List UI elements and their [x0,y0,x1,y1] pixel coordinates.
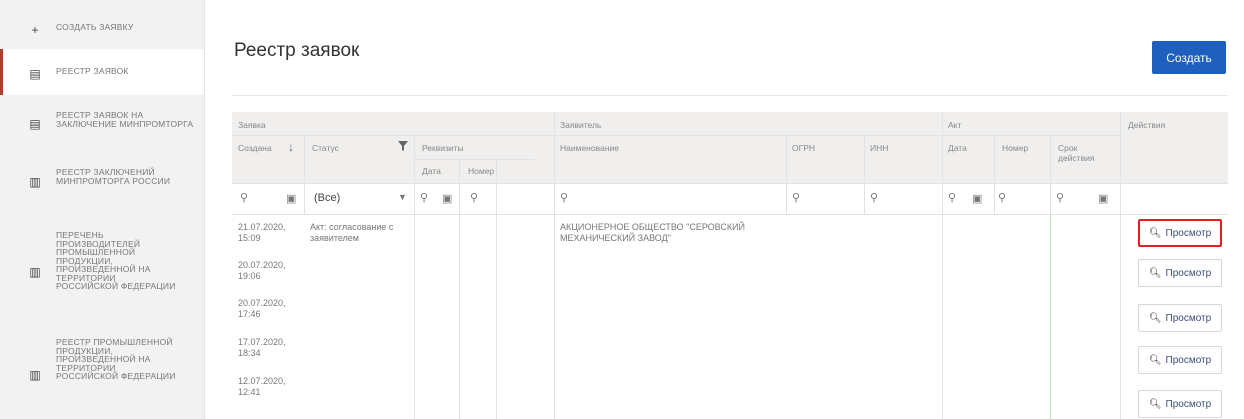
sidebar-item-label: РЕЕСТР ЗАКЛЮЧЕНИЙ МИНПРОМТОРГА РОССИИ [56,167,171,186]
group-header-applicant: Заявитель [560,120,602,130]
sidebar-item-products-registry[interactable]: ▥ РЕЕСТР ПРОМЫШЛЕННОЙ ПРОДУКЦИИ, ПРОИЗВЕ… [0,338,204,419]
cell-name: АКЦИОНЕРНОЕ ОБЩЕСТВО "СЕРОВСКИЙ МЕХАНИЧЕ… [560,222,746,243]
sidebar-item-label: РЕЕСТР ЗАЯВОК НА ЗАКЛЮЧЕНИЕ МИНПРОМТОРГА [56,110,194,129]
column-header-req-date[interactable]: Дата [422,166,441,176]
sidebar-item-conclusions-registry[interactable]: ▥ РЕЕСТР ЗАКЛЮЧЕНИЙ МИНПРОМТОРГА РОССИИ [0,166,204,216]
requests-table: Заявка Заявитель Акт Действия Создана ↓ … [232,112,1228,419]
sidebar-item-label: ПЕРЕЧЕНЬ ПРОИЗВОДИТЕЛЕЙ ПРОМЫШЛЕННОЙ ПРО… [56,230,176,291]
calendar-icon[interactable]: ▣ [442,192,452,205]
cell-status: Акт: согласование с заявителем [310,222,394,243]
cell-created: 20.07.2020, 19:06 [238,260,286,281]
search-icon: 🔍︎ [1148,267,1162,279]
divider [994,135,995,215]
sidebar-item-requests-conclusion[interactable]: ▤ РЕЕСТР ЗАЯВОК НА ЗАКЛЮЧЕНИЕ МИНПРОМТОР… [0,108,204,158]
column-header-act-date[interactable]: Дата [948,143,967,153]
sidebar-item-manufacturers-list[interactable]: ▥ ПЕРЕЧЕНЬ ПРОИЗВОДИТЕЛЕЙ ПРОМЫШЛЕННОЙ П… [0,231,204,331]
view-button[interactable]: 🔍︎ Просмотр [1138,390,1222,418]
search-icon[interactable]: ⚲ [998,191,1006,204]
divider [414,159,534,160]
view-button[interactable]: 🔍︎ Просмотр [1138,346,1222,374]
cell-created: 17.07.2020, 18:34 [238,337,286,358]
calendar-icon[interactable]: ▣ [286,192,296,205]
search-icon[interactable]: ⚲ [420,191,428,204]
view-button[interactable]: 🔍︎ Просмотр [1138,219,1222,247]
group-header-request: Заявка [238,120,266,130]
column-header-act-number[interactable]: Номер [1002,143,1028,153]
search-icon[interactable]: ⚲ [870,191,878,204]
book-icon: ▥ [29,368,41,382]
create-button[interactable]: Создать [1152,41,1226,74]
search-icon[interactable]: ⚲ [1056,191,1064,204]
divider [942,112,943,419]
search-icon[interactable]: ⚲ [560,191,568,204]
search-icon: 🔍︎ [1148,398,1162,410]
divider [232,135,1120,136]
column-header-name[interactable]: Наименование [560,143,619,153]
view-button[interactable]: 🔍︎ Просмотр [1138,304,1222,332]
filter-row [232,183,1228,215]
search-icon[interactable]: ⚲ [470,191,478,204]
divider [304,135,305,215]
status-filter-select[interactable]: (Все) [314,192,340,204]
cell-created: 12.07.2020, 12:41 [238,376,286,397]
search-icon[interactable]: ⚲ [948,191,956,204]
group-header-act: Акт [948,120,962,130]
divider [1050,215,1051,419]
group-header-actions: Действия [1128,120,1166,130]
search-icon[interactable]: ⚲ [792,191,800,204]
column-header-status[interactable]: Статус [312,143,339,153]
divider [864,135,865,215]
document-icon: ▤ [29,117,41,131]
document-icon: ▤ [29,67,41,81]
column-header-ogrn[interactable]: ОГРН [792,143,815,153]
chevron-down-icon[interactable]: ▼ [398,192,407,202]
divider [414,135,415,419]
calendar-icon[interactable]: ▣ [972,192,982,205]
divider [496,159,497,419]
divider [1050,135,1051,215]
divider [1120,112,1121,419]
divider [554,112,555,419]
sidebar-item-label: РЕЕСТР ЗАЯВОК [56,66,129,76]
column-header-requisites: Реквизиты [422,143,464,153]
sidebar-item-requests-registry[interactable]: ▤ РЕЕСТР ЗАЯВОК [0,49,204,95]
sidebar: + СОЗДАТЬ ЗАЯВКУ ▤ РЕЕСТР ЗАЯВОК ▤ РЕЕСТ… [0,0,205,419]
column-header-inn[interactable]: ИНН [870,143,888,153]
filter-icon[interactable] [398,141,408,151]
book-icon: ▥ [29,175,41,189]
divider [459,159,460,419]
view-button[interactable]: 🔍︎ Просмотр [1138,259,1222,287]
search-icon[interactable]: ⚲ [240,191,248,204]
cell-created: 21.07.2020, 15:09 [238,222,286,243]
search-icon: 🔍︎ [1148,227,1162,239]
search-icon: 🔍︎ [1148,354,1162,366]
cell-created: 20.07.2020, 17:46 [238,298,286,319]
sidebar-item-label: РЕЕСТР ПРОМЫШЛЕННОЙ ПРОДУКЦИИ, ПРОИЗВЕДЕ… [56,337,176,381]
sidebar-item-create-request[interactable]: + СОЗДАТЬ ЗАЯВКУ [0,10,204,46]
book-icon: ▥ [29,265,41,279]
sort-arrow-icon[interactable]: ↓ [288,140,294,154]
calendar-icon[interactable]: ▣ [1098,192,1108,205]
column-header-req-number[interactable]: Номер [468,166,494,176]
divider [786,135,787,215]
plus-icon: + [31,23,39,37]
column-header-created[interactable]: Создана [238,143,272,153]
divider [232,95,1228,96]
search-icon: 🔍︎ [1148,312,1162,324]
sidebar-item-label: СОЗДАТЬ ЗАЯВКУ [56,22,134,32]
page-title: Реестр заявок [234,40,360,61]
column-header-validity[interactable]: Срок действия [1058,143,1108,163]
